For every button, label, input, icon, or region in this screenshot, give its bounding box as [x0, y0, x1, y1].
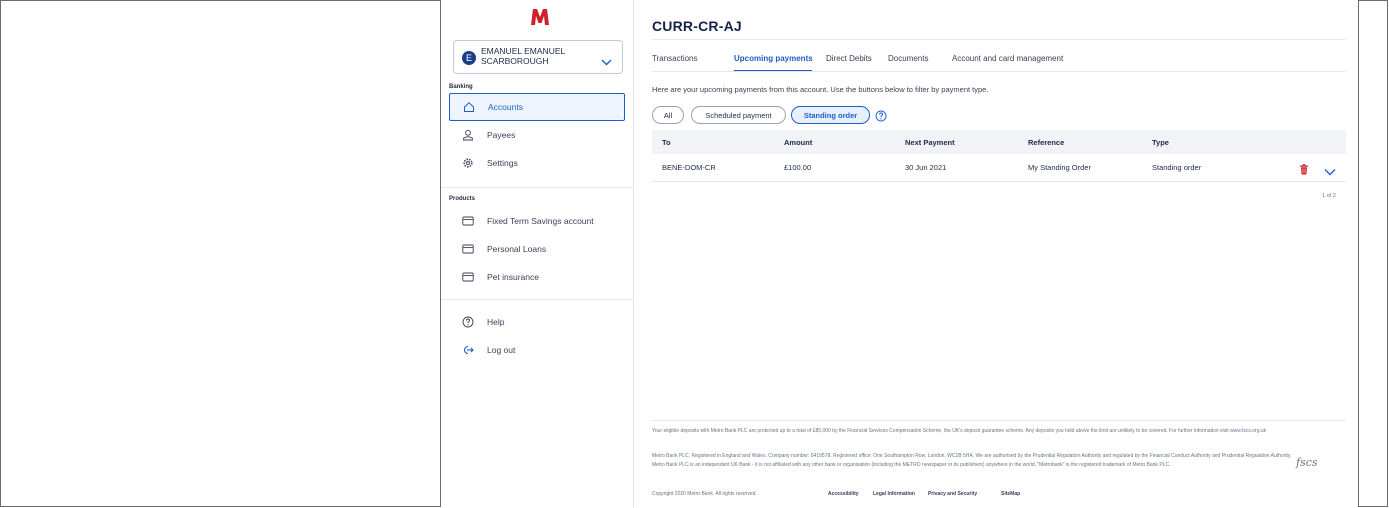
user-avatar-icon: E: [462, 51, 476, 65]
sidebar-item-label: Fixed Term Savings account: [487, 216, 594, 226]
sidebar-item-label: Personal Loans: [487, 244, 547, 254]
card-icon: [461, 214, 475, 228]
tab-direct-debits[interactable]: Direct Debits: [826, 54, 872, 63]
gear-icon: [461, 156, 475, 170]
tab-upcoming-payments[interactable]: Upcoming payments: [734, 54, 813, 63]
sidebar-divider: [441, 187, 633, 188]
copyright-text: Copyright 2020 Metro Bank. All rights re…: [652, 491, 757, 497]
fscs-logo: fscs: [1296, 456, 1318, 469]
chevron-down-icon: [601, 53, 612, 71]
footer-link-accessibility[interactable]: Accessibility: [828, 491, 859, 497]
chevron-down-icon[interactable]: [1324, 163, 1336, 181]
legal-registration-text: Metro Bank PLC. Registered in England an…: [652, 453, 1292, 468]
products-section-label: Products: [449, 196, 476, 202]
intro-text: Here are your upcoming payments from thi…: [652, 85, 989, 94]
sidebar-item-personal-loans[interactable]: Personal Loans: [449, 235, 625, 263]
tab-documents[interactable]: Documents: [888, 54, 928, 63]
tab-account-and-card-management[interactable]: Account and card management: [952, 54, 1063, 63]
card-icon: [461, 242, 475, 256]
column-header-to: To: [662, 138, 671, 147]
cell-next-payment: 30 Jun 2021: [905, 163, 947, 172]
sidebar-item-payees[interactable]: Payees: [449, 121, 625, 149]
sidebar-item-settings[interactable]: Settings: [449, 149, 625, 177]
card-icon: [461, 270, 475, 284]
filter-all-button[interactable]: All: [652, 106, 684, 124]
help-circle-icon[interactable]: [875, 109, 887, 127]
column-header-type: Type: [1152, 138, 1169, 147]
sidebar-item-help[interactable]: Help: [449, 308, 625, 336]
sidebar-item-log-out[interactable]: Log out: [449, 336, 625, 364]
filter-scheduled-payment-button[interactable]: Scheduled payment: [691, 106, 786, 124]
footer-divider: [652, 420, 1346, 421]
sidebar-item-fixed-term-savings[interactable]: Fixed Term Savings account: [449, 207, 625, 235]
table-row[interactable]: BENE-DOM-CR £100.00 30 Jun 2021 My Stand…: [652, 154, 1346, 182]
column-header-amount: Amount: [784, 138, 813, 147]
cell-reference: My Standing Order: [1028, 163, 1091, 172]
cell-to: BENE-DOM-CR: [662, 163, 716, 172]
tabs-divider: [652, 71, 1346, 72]
person-icon: [461, 128, 475, 142]
fscs-protection-text: Your eligible deposits with Metro Bank P…: [652, 428, 1267, 434]
help-circle-icon: [461, 315, 475, 329]
sidebar: E EMANUEL EMANUEL SCARBOROUGH Banking Ac…: [441, 0, 634, 507]
sidebar-item-pet-insurance[interactable]: Pet insurance: [449, 263, 625, 291]
account-holder-dropdown[interactable]: E EMANUEL EMANUEL SCARBOROUGH: [453, 40, 623, 74]
page-title: CURR-CR-AJ: [652, 18, 742, 34]
filter-standing-order-button[interactable]: Standing order: [791, 106, 870, 124]
home-icon: [462, 100, 476, 114]
account-holder-name: EMANUEL EMANUEL SCARBOROUGH: [481, 46, 565, 66]
sidebar-item-label: Accounts: [488, 102, 523, 112]
metro-bank-logo[interactable]: [529, 6, 551, 28]
sidebar-item-label: Help: [487, 317, 505, 327]
cell-amount: £100.00: [784, 163, 812, 172]
sidebar-item-accounts[interactable]: Accounts: [449, 93, 625, 121]
footer-link-privacy-and-security[interactable]: Privacy and Security: [928, 491, 977, 497]
banking-section-label: Banking: [449, 84, 473, 90]
logout-icon: [461, 343, 475, 357]
sidebar-item-label: Payees: [487, 130, 516, 140]
cell-type: Standing order: [1152, 163, 1202, 172]
sidebar-item-label: Settings: [487, 158, 518, 168]
sidebar-item-label: Pet insurance: [487, 272, 539, 282]
account-holder-name-line1: EMANUEL EMANUEL: [481, 46, 566, 56]
account-holder-name-line2: SCARBOROUGH: [481, 56, 549, 66]
title-divider: [652, 39, 1346, 40]
sidebar-divider: [441, 299, 633, 300]
main-content: CURR-CR-AJ Transactions Upcoming payment…: [634, 0, 1358, 507]
delete-trash-icon[interactable]: [1299, 162, 1309, 180]
tab-transactions[interactable]: Transactions: [652, 54, 698, 63]
pagination-label: 1 of 2: [1322, 193, 1336, 199]
footer-link-sitemap[interactable]: SiteMap: [1001, 491, 1020, 497]
footer-link-legal-information[interactable]: Legal Information: [873, 491, 915, 497]
sidebar-item-label: Log out: [487, 345, 516, 355]
column-header-reference: Reference: [1028, 138, 1065, 147]
payments-table-header: To Amount Next Payment Reference Type: [652, 130, 1346, 154]
left-blank-area: [0, 0, 441, 507]
right-blank-area: [1358, 0, 1389, 507]
column-header-next-payment: Next Payment: [905, 138, 955, 147]
